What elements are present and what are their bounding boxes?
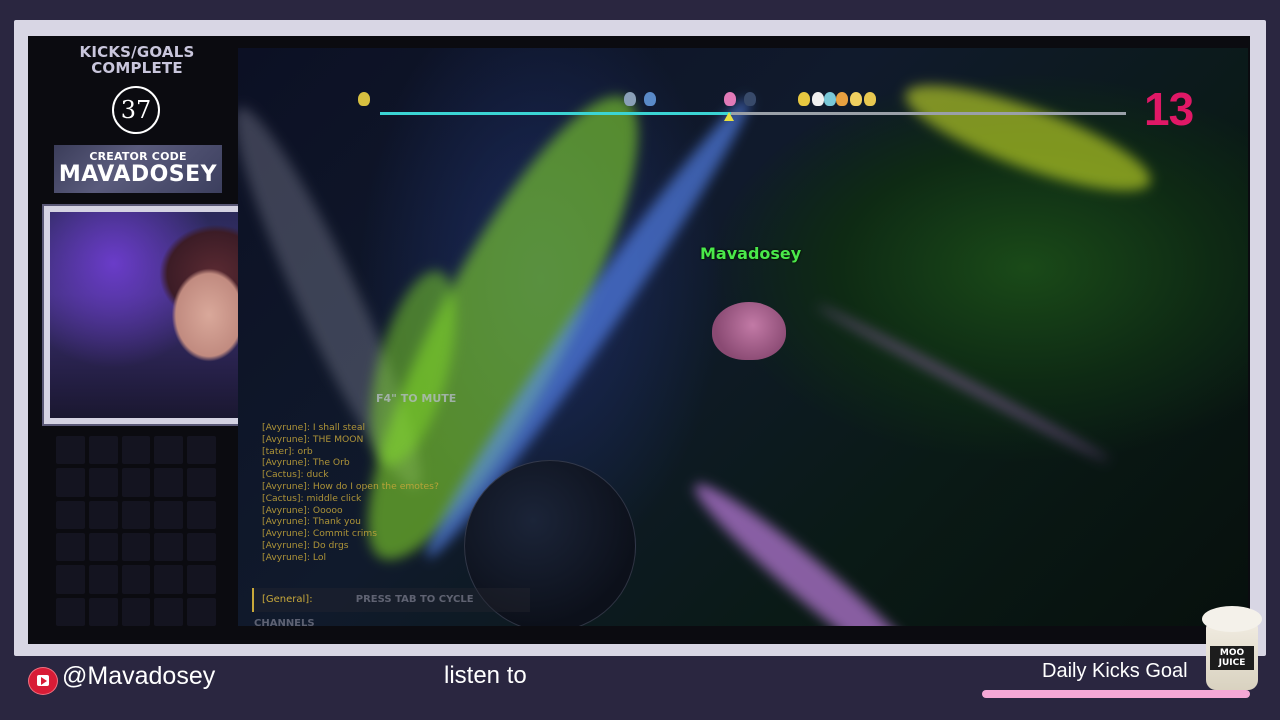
goals-count: 37 [112, 86, 160, 134]
pad-cell [187, 565, 216, 594]
creator-code-box: CREATOR CODE MAVADOSEY [54, 145, 222, 193]
pad-cell [187, 436, 216, 465]
mute-hint: F4" TO MUTE [376, 392, 457, 405]
racer-icon [864, 92, 876, 106]
chat-message: [Avyrune]: I shall steal [262, 422, 365, 433]
race-place-number: 13 [1144, 83, 1194, 135]
pad-cell [154, 597, 184, 626]
chat-channel-label: [General]: [262, 594, 313, 605]
player-nameplate: Mavadosey [700, 244, 802, 263]
pad-cell [88, 532, 118, 562]
pad-cell [56, 532, 85, 562]
pad-cell [187, 500, 216, 529]
light-streak [814, 301, 1112, 465]
race-progress-bar [380, 112, 1126, 115]
pad-cell [88, 565, 118, 594]
racer-icon [798, 92, 810, 106]
pad-cell [121, 532, 151, 562]
racer-icon [836, 92, 848, 106]
pad-cell [154, 500, 184, 529]
racer-icon [724, 92, 736, 106]
pad-cell [121, 597, 151, 626]
chat-message: [Avyrune]: Lol [262, 551, 327, 563]
racer-icon [850, 92, 862, 106]
cup-whipped-top [1202, 606, 1262, 632]
pad-cell [187, 597, 216, 626]
racer-icon [624, 92, 636, 106]
racer-icon [644, 92, 656, 106]
racer-icon [358, 92, 370, 106]
goals-title: KICKS/GOALS COMPLETE [79, 43, 195, 77]
pad-cell [154, 436, 184, 465]
pad-cell [154, 468, 184, 497]
pad-cell [56, 597, 85, 626]
racer-icon [744, 92, 756, 106]
chat-input[interactable]: [General]: PRESS TAB TO CYCLE CHANNELS [252, 588, 530, 629]
chat-message: [Avyrune]: Commit crims [262, 528, 378, 540]
racer-icon [812, 92, 824, 106]
pad-cell [88, 500, 118, 529]
pad-cell [187, 468, 216, 497]
pad-cell [88, 436, 118, 465]
pad-cell [154, 565, 184, 594]
player-progress-marker [724, 112, 734, 121]
chat-message: [Avyrune]: Ooooo [262, 504, 343, 516]
pad-cell [88, 597, 118, 626]
race-progress-fill [380, 112, 731, 115]
pad-cell [121, 500, 151, 529]
chat-message: [Cactus]: middle click [262, 492, 362, 504]
chat-message: [Avyrune]: The Orb [262, 457, 350, 469]
ticker-text: listen to [444, 662, 527, 689]
pad-cell [88, 468, 118, 497]
chat-message: [Avyrune]: How do I open the emotes? [262, 480, 439, 492]
chat-message: [tater]: orb [262, 445, 313, 457]
chat-message: [Cactus]: duck [262, 469, 329, 481]
pad-cell [121, 565, 151, 594]
pad-cell [56, 436, 85, 465]
chat-message: [Avyrune]: THE MOON [262, 433, 364, 445]
pad-cell [56, 565, 85, 594]
pad-cell [187, 532, 216, 562]
pad-cell [121, 468, 151, 497]
youtube-icon [28, 667, 58, 695]
pad-cell [56, 500, 85, 529]
light-streak [895, 65, 1161, 211]
daily-goal-label: Daily Kicks Goal [1042, 660, 1188, 682]
moo-juice-logo: MOO JUICE [1200, 602, 1264, 694]
pad-cell [154, 532, 184, 562]
chat-log: [Avyrune]: I shall steal [Avyrune]: THE … [262, 422, 522, 564]
chat-message: [Avyrune]: Do drgs [262, 539, 349, 551]
chat-message: [Avyrune]: Thank you [262, 516, 361, 528]
channel-handle: @Mavadosey [62, 662, 216, 690]
light-streak [682, 469, 954, 626]
pad-cell [56, 468, 85, 497]
racer-icon [824, 92, 836, 106]
sponsor-logo-text: MOO JUICE [1210, 646, 1254, 670]
pad-cell [121, 436, 151, 465]
creator-code-value: MAVADOSEY [58, 162, 218, 187]
pad-grid [56, 436, 216, 626]
player-character [712, 302, 786, 360]
